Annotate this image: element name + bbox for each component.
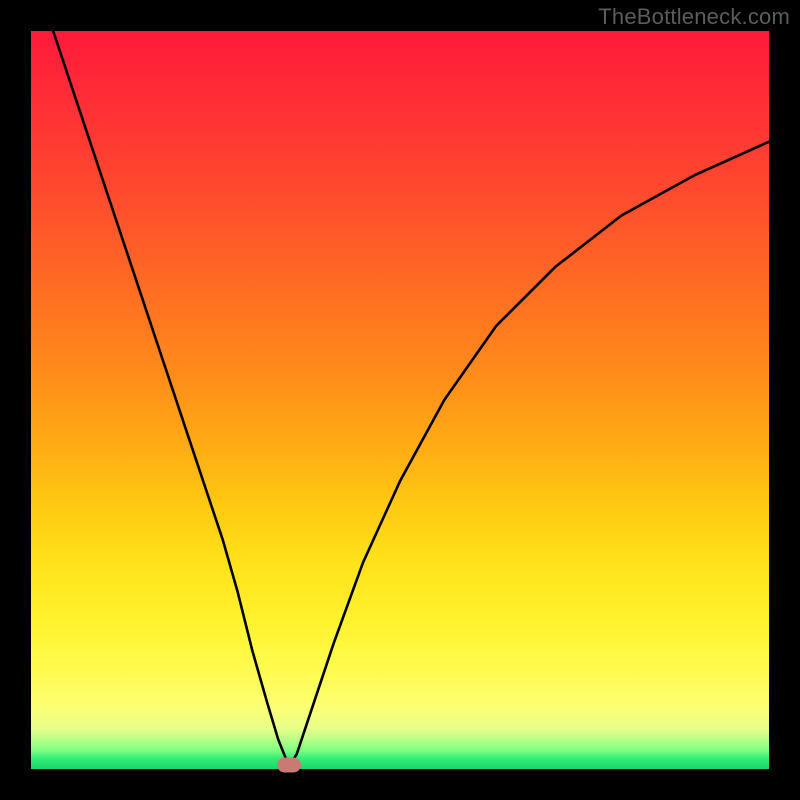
plot-area xyxy=(31,31,769,769)
watermark-text: TheBottleneck.com xyxy=(598,4,790,30)
bottleneck-curve xyxy=(31,31,769,769)
optimal-point-marker xyxy=(277,758,301,773)
chart-frame: TheBottleneck.com xyxy=(0,0,800,800)
